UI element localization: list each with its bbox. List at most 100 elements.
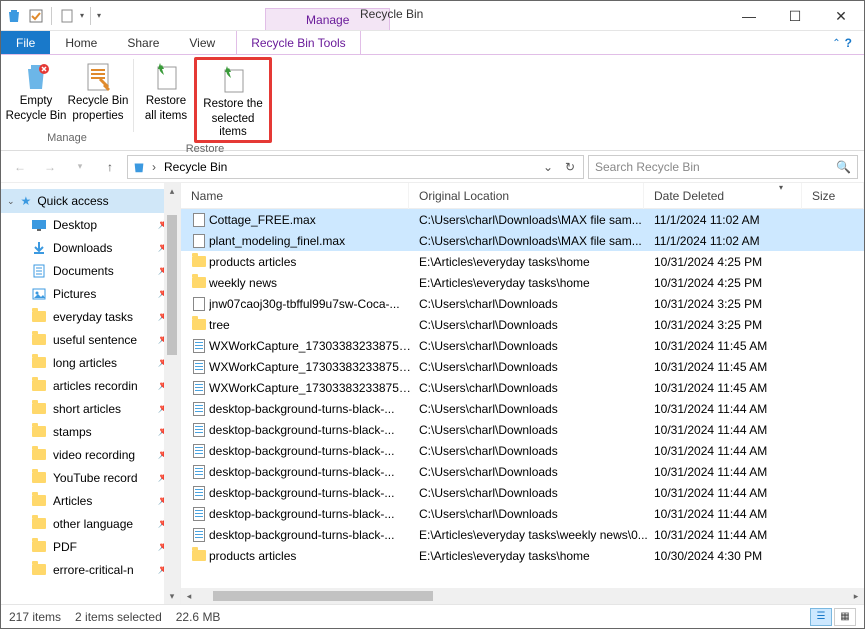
recycle-bin-properties-button[interactable]: Recycle Binproperties [67,57,129,132]
sidebar-item[interactable]: Pictures📌 [1,282,180,305]
properties-icon[interactable] [58,7,76,25]
column-name[interactable]: Name [181,183,409,209]
file-row[interactable]: products articlesE:\Articles\everyday ta… [181,545,864,566]
sidebar-item[interactable]: YouTube record📌 [1,466,180,489]
recent-locations-button[interactable]: ▾ [67,154,93,180]
title-bar: ▾ ▾ Manage Recycle Bin — ☐ ✕ [1,1,864,31]
file-original-location: C:\Users\charl\Downloads [413,423,648,437]
sidebar-item[interactable]: Documents📌 [1,259,180,282]
tab-home[interactable]: Home [50,31,112,55]
file-original-location: E:\Articles\everyday tasks\home [413,276,648,290]
sidebar-item[interactable]: stamps📌 [1,420,180,443]
sidebar-item-label: Downloads [53,241,112,255]
scroll-left-icon[interactable]: ◂ [181,591,197,602]
file-name: WXWorkCapture_17303383233875 (... [209,360,413,374]
sidebar-item[interactable]: errore-critical-n📌 [1,558,180,581]
sidebar-item[interactable]: Desktop📌 [1,213,180,236]
file-type-icon [189,360,209,374]
sidebar-item[interactable]: articles recordin📌 [1,374,180,397]
qat-dropdown-icon[interactable]: ▾ [80,11,84,20]
file-name: weekly news [209,276,413,290]
sidebar-item[interactable]: video recording📌 [1,443,180,466]
recycle-bin-icon [5,7,23,25]
status-selected-count: 2 items selected [75,610,162,624]
file-type-icon [189,319,209,330]
restore-selected-items-button[interactable]: Restore theselected items [194,57,272,143]
column-size[interactable]: Size [802,183,864,209]
file-type-icon [189,381,209,395]
tab-recycle-bin-tools[interactable]: Recycle Bin Tools [236,31,361,55]
forward-button[interactable]: → [37,154,63,180]
column-original-location[interactable]: Original Location [409,183,644,209]
qat-customize-icon[interactable]: ▾ [97,11,101,20]
restore-all-items-button[interactable]: Restoreall items [138,57,194,143]
checkbox-icon[interactable] [27,7,45,25]
horizontal-scrollbar[interactable]: ◂ ▸ [181,588,864,604]
file-original-location: C:\Users\charl\Downloads [413,444,648,458]
sidebar-scrollbar[interactable]: ▴ ▾ [164,183,180,604]
scroll-up-icon[interactable]: ▴ [164,183,180,199]
column-date-deleted[interactable]: Date Deleted ▾ [644,183,802,209]
search-box[interactable]: Search Recycle Bin 🔍 [588,155,858,179]
empty-recycle-bin-button[interactable]: EmptyRecycle Bin [5,57,67,132]
sidebar-item[interactable]: long articles📌 [1,351,180,374]
file-row[interactable]: WXWorkCapture_17303383233875 (...C:\User… [181,356,864,377]
file-date-deleted: 10/31/2024 4:25 PM [648,255,806,269]
navigation-pane: ⌄ ★ Quick access Desktop📌Downloads📌Docum… [1,183,181,604]
address-bar[interactable]: › Recycle Bin ⌄ ↻ [127,155,584,179]
up-button[interactable]: ↑ [97,154,123,180]
details-view-button[interactable]: ☰ [810,608,832,626]
file-row[interactable]: desktop-background-turns-black-...C:\Use… [181,398,864,419]
file-original-location: C:\Users\charl\Downloads [413,339,648,353]
file-row[interactable]: desktop-background-turns-black-...C:\Use… [181,419,864,440]
close-button[interactable]: ✕ [818,1,864,31]
file-row[interactable]: desktop-background-turns-black-...C:\Use… [181,440,864,461]
large-icons-view-button[interactable]: ▦ [834,608,856,626]
collapse-ribbon-icon[interactable]: ⌃ [832,38,840,49]
file-row[interactable]: Cottage_FREE.maxC:\Users\charl\Downloads… [181,209,864,230]
help-icon[interactable]: ? [845,36,852,50]
sidebar-item[interactable]: useful sentence📌 [1,328,180,351]
file-date-deleted: 10/31/2024 11:44 AM [648,444,806,458]
file-name: products articles [209,255,413,269]
search-icon[interactable]: 🔍 [836,160,851,174]
scroll-down-icon[interactable]: ▾ [164,588,180,604]
sidebar-item[interactable]: Articles📌 [1,489,180,512]
file-row[interactable]: jnw07caoj30g-tbfful99u7sw-Coca-...C:\Use… [181,293,864,314]
sidebar-item[interactable]: everyday tasks📌 [1,305,180,328]
maximize-button[interactable]: ☐ [772,1,818,31]
sidebar-item[interactable]: Downloads📌 [1,236,180,259]
file-row[interactable]: desktop-background-turns-black-...C:\Use… [181,482,864,503]
file-name: desktop-background-turns-black-... [209,528,413,542]
file-row[interactable]: treeC:\Users\charl\Downloads10/31/2024 3… [181,314,864,335]
sidebar-item[interactable]: other language📌 [1,512,180,535]
chevron-right-icon[interactable]: › [152,160,156,174]
file-row[interactable]: WXWorkCapture_17303383233875 (...C:\User… [181,335,864,356]
back-button[interactable]: ← [7,154,33,180]
sidebar-item[interactable]: PDF📌 [1,535,180,558]
tab-file[interactable]: File [1,31,50,55]
hscroll-thumb[interactable] [213,591,433,601]
minimize-button[interactable]: — [726,1,772,31]
folder-icon [31,309,47,325]
refresh-button[interactable]: ↻ [559,156,581,178]
file-row[interactable]: desktop-background-turns-black-...C:\Use… [181,503,864,524]
file-row[interactable]: desktop-background-turns-black-...C:\Use… [181,461,864,482]
file-row[interactable]: plant_modeling_finel.maxC:\Users\charl\D… [181,230,864,251]
quick-access-header[interactable]: ⌄ ★ Quick access [1,189,180,213]
tab-view[interactable]: View [174,31,230,55]
ribbon-group-manage: EmptyRecycle Bin Recycle Binproperties M… [1,55,133,150]
chevron-down-icon[interactable]: ⌄ [7,196,15,207]
scroll-right-icon[interactable]: ▸ [848,591,864,602]
tab-share[interactable]: Share [112,31,174,55]
file-row[interactable]: desktop-background-turns-black-...E:\Art… [181,524,864,545]
folder-icon [31,378,47,394]
file-row[interactable]: products articlesE:\Articles\everyday ta… [181,251,864,272]
file-row[interactable]: WXWorkCapture_17303383233875 (...C:\User… [181,377,864,398]
sidebar-item[interactable]: short articles📌 [1,397,180,420]
folder-icon [31,424,47,440]
scrollbar-thumb[interactable] [167,215,177,355]
address-dropdown-button[interactable]: ⌄ [537,156,559,178]
breadcrumb-recycle-bin[interactable]: Recycle Bin [160,160,231,174]
file-row[interactable]: weekly newsE:\Articles\everyday tasks\ho… [181,272,864,293]
